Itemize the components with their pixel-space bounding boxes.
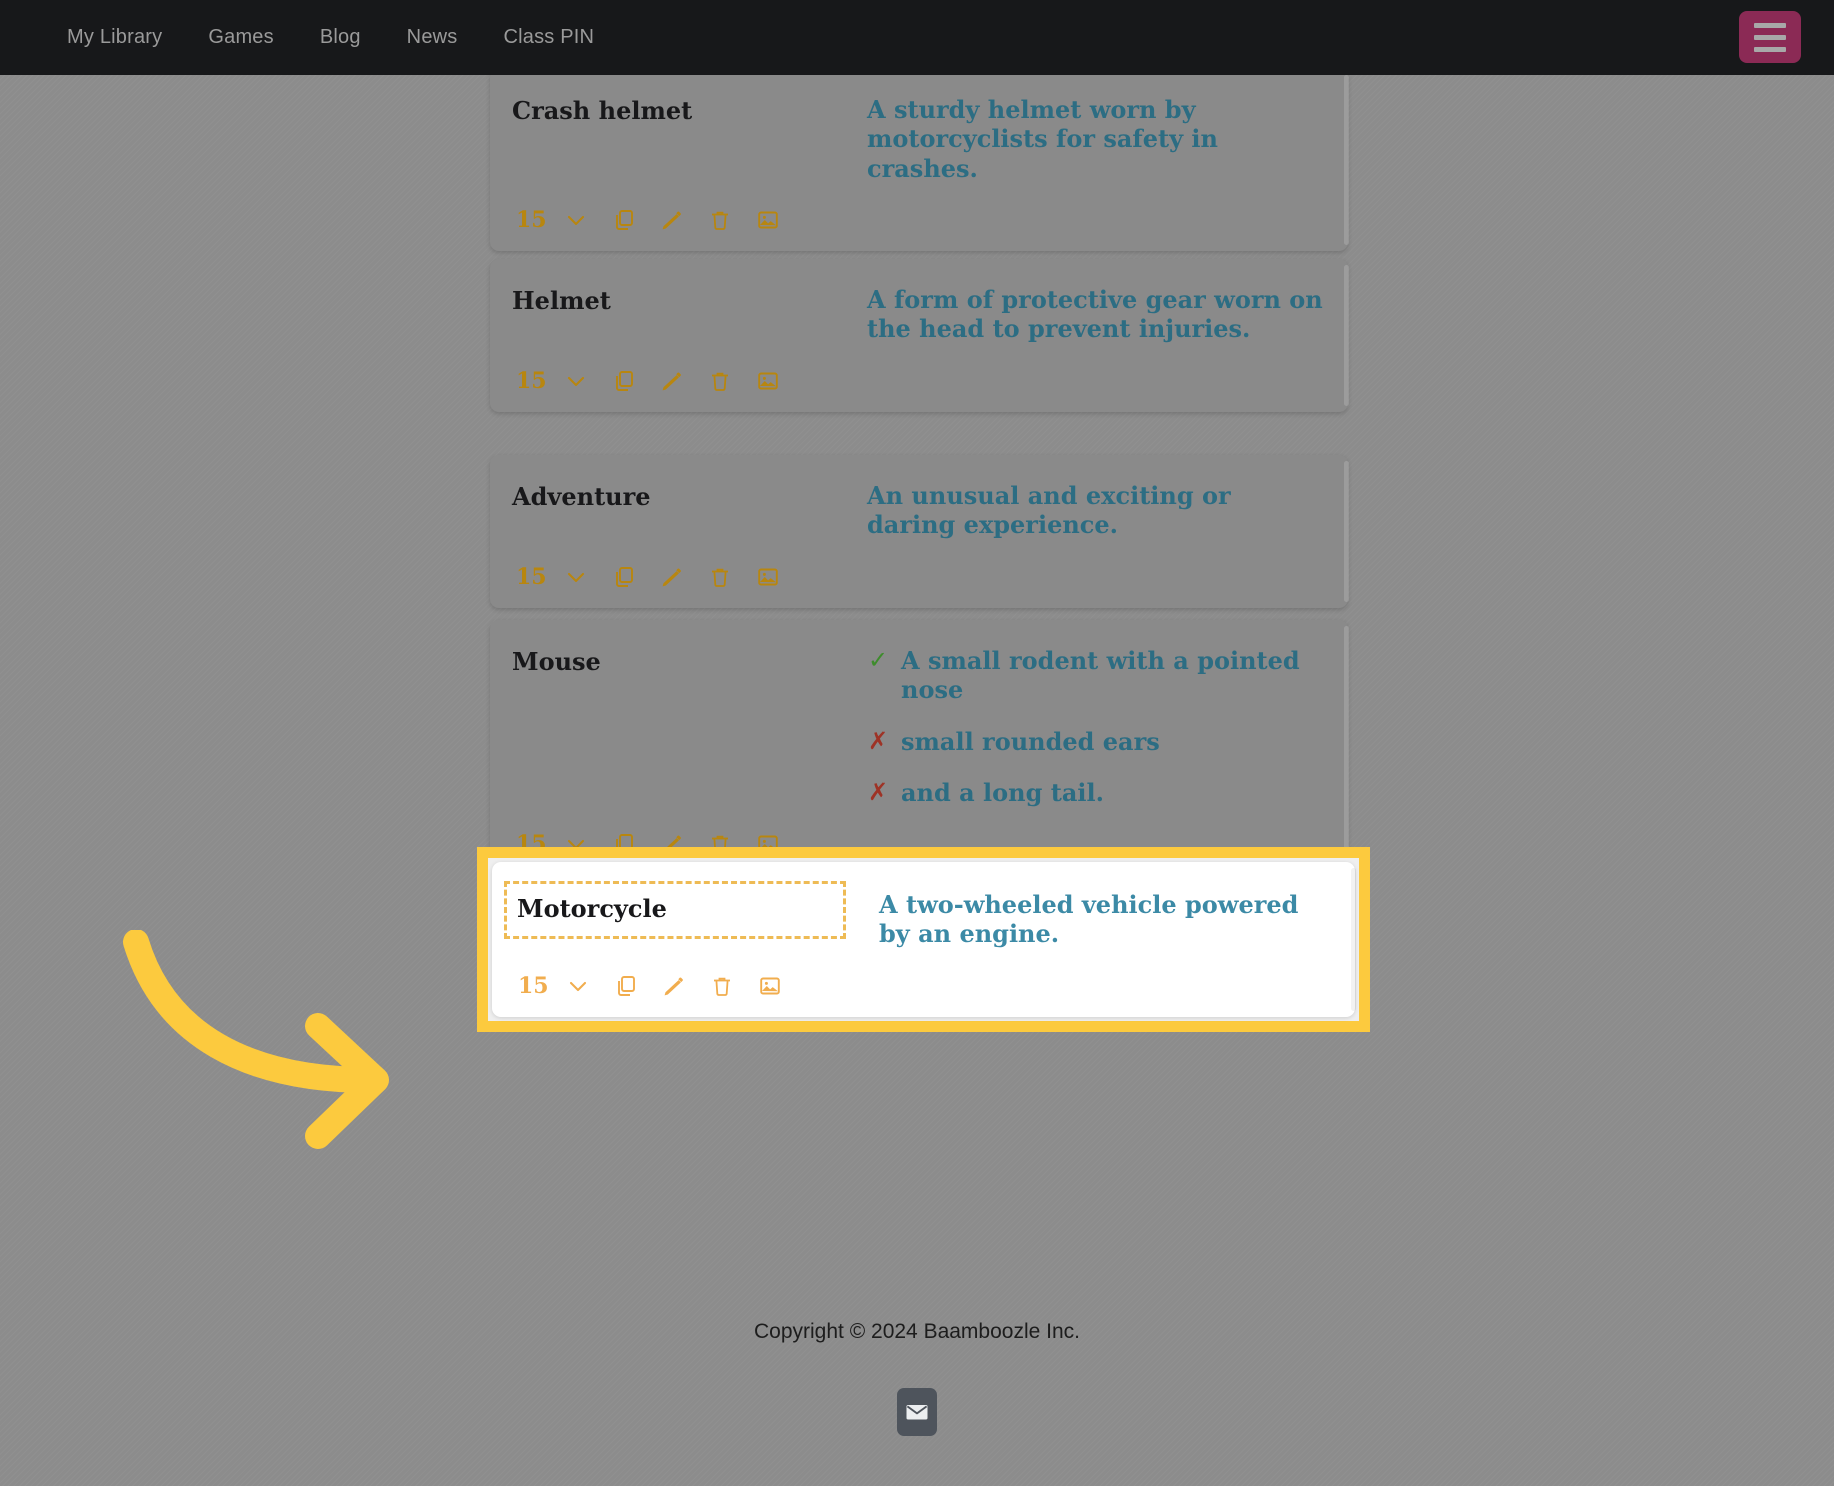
image-icon[interactable] [744,361,792,401]
trash-icon[interactable] [696,557,744,597]
footer: Copyright © 2024 Baamboozle Inc. [0,1320,1834,1436]
cross-icon: ✗ [867,726,889,755]
question-card[interactable]: Helmet A form of protective gear worn on… [490,259,1349,412]
pencil-icon[interactable] [648,361,696,401]
pencil-icon[interactable] [648,200,696,240]
copy-icon[interactable] [600,200,648,240]
nav-links: My Library Games Blog News Class PIN [44,0,617,75]
question-title: Adventure [512,482,651,511]
question-card-active[interactable]: Motorcycle A two-wheeled vehicle powered… [492,862,1356,1017]
highlight-outline: Motorcycle A two-wheeled vehicle powered… [477,847,1370,1032]
top-navbar: My Library Games Blog News Class PIN [0,0,1834,75]
card-body: Adventure An unusual and exciting or dar… [512,481,1326,540]
question-answer: A two-wheeled vehicle powered by an engi… [879,890,1299,949]
question-answer: An unusual and exciting or daring experi… [867,481,1231,540]
image-icon[interactable] [744,200,792,240]
nav-link-games[interactable]: Games [185,26,296,49]
cross-icon: ✗ [867,777,889,806]
question-card[interactable]: Crash helmet A sturdy helmet worn by mot… [490,69,1349,251]
points-value: 15 [516,206,547,233]
card-body: Helmet A form of protective gear worn on… [512,285,1326,344]
card-scroll-sliver [1344,461,1349,602]
question-list: Crash helmet A sturdy helmet worn by mot… [0,69,1834,1486]
hamburger-menu-button[interactable] [1739,11,1801,63]
trash-icon[interactable] [698,966,746,1006]
question-title: Mouse [512,647,601,676]
pencil-icon[interactable] [648,557,696,597]
trash-icon[interactable] [696,361,744,401]
card-toolbar: 15 [512,189,1326,251]
question-title-input[interactable]: Motorcycle [504,881,846,939]
answer-bullet: ✓ A small rodent with a pointed nose [867,646,1326,705]
card-body: Mouse ✓ A small rodent with a pointed no… [512,646,1326,807]
question-answer: A sturdy helmet worn by motorcyclists fo… [867,95,1218,183]
nav-link-class-pin[interactable]: Class PIN [480,26,617,49]
card-toolbar: 15 [512,350,1326,412]
card-toolbar: 15 [514,955,1333,1017]
trash-icon[interactable] [696,200,744,240]
question-answer: A form of protective gear worn on the he… [867,285,1323,344]
nav-link-blog[interactable]: Blog [297,26,384,49]
hamburger-icon-bar [1754,22,1786,28]
answer-bullet-text: and a long tail. [901,777,1104,807]
card-toolbar: 15 [512,546,1326,608]
question-card[interactable]: Mouse ✓ A small rodent with a pointed no… [490,620,1349,876]
question-title: Helmet [512,286,611,315]
answer-bullets: ✓ A small rodent with a pointed nose ✗ s… [867,646,1326,807]
answer-bullet: ✗ and a long tail. [867,778,1326,807]
hamburger-icon-bar [1754,46,1786,52]
envelope-icon[interactable] [897,1388,937,1436]
answer-bullet-text: small rounded ears [901,726,1160,756]
card-scroll-sliver [1344,75,1349,245]
copyright-text: Copyright © 2024 Baamboozle Inc. [754,1320,1080,1343]
chevron-down-icon[interactable] [554,966,602,1006]
points-value: 15 [516,563,547,590]
chevron-down-icon[interactable] [552,557,600,597]
answer-bullet: ✗ small rounded ears [867,727,1326,756]
card-scroll-sliver [1351,868,1356,1011]
check-icon: ✓ [867,646,889,674]
question-title: Crash helmet [512,96,693,125]
card-body: Crash helmet A sturdy helmet worn by mot… [512,95,1326,183]
answer-bullet-text: A small rodent with a pointed nose [901,646,1300,705]
pencil-icon[interactable] [650,966,698,1006]
card-scroll-sliver [1344,626,1349,870]
question-card[interactable]: Adventure An unusual and exciting or dar… [490,455,1349,608]
card-scroll-sliver [1344,265,1349,406]
image-icon[interactable] [746,966,794,1006]
nav-link-my-library[interactable]: My Library [44,26,185,49]
points-value: 15 [516,367,547,394]
card-body: Motorcycle A two-wheeled vehicle powered… [504,881,1333,949]
question-answer-list: ✓ A small rodent with a pointed nose ✗ s… [867,646,1326,807]
nav-link-news[interactable]: News [384,26,481,49]
copy-icon[interactable] [600,557,648,597]
question-title-cell: Motorcycle [504,881,879,939]
chevron-down-icon[interactable] [552,361,600,401]
hamburger-icon-bar [1754,34,1786,40]
chevron-down-icon[interactable] [552,200,600,240]
copy-icon[interactable] [602,966,650,1006]
points-value: 15 [518,972,549,999]
image-icon[interactable] [744,557,792,597]
copy-icon[interactable] [600,361,648,401]
